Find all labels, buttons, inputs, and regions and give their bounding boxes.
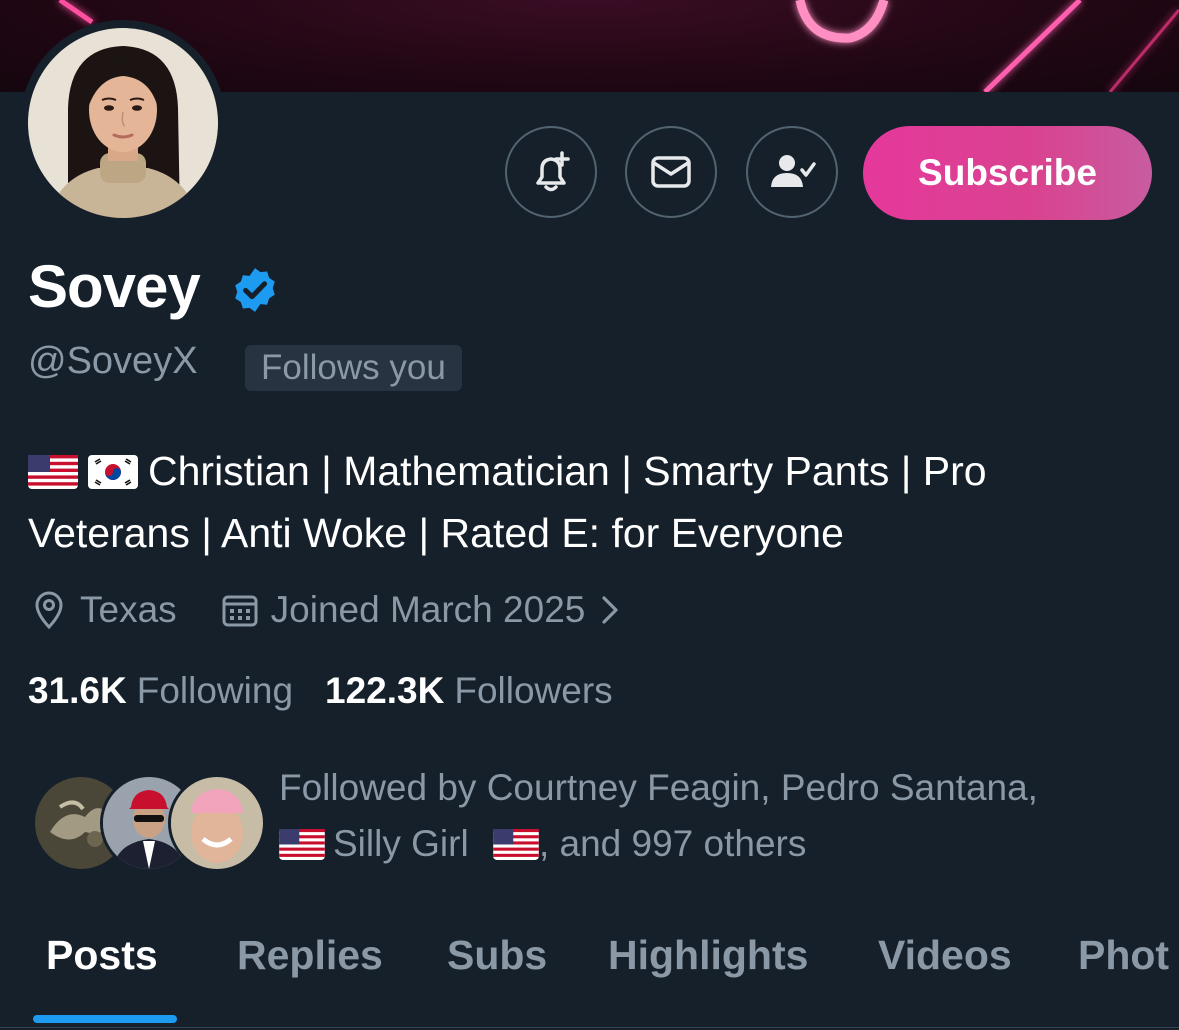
tab-videos[interactable]: Videos [878,932,1012,979]
tab-highlights[interactable]: Highlights [608,932,808,979]
flag-us-icon [28,455,78,489]
following-button[interactable] [746,126,838,218]
message-button[interactable] [625,126,717,218]
follows-you-badge: Follows you [245,345,462,391]
bio-line-1: Christian | Mathematician | Smarty Pants… [28,440,1148,502]
notifications-button[interactable] [505,126,597,218]
flag-us-icon [493,829,539,860]
chevron-right-icon [602,596,618,624]
mutual-avatar-3 [168,774,266,872]
active-tab-indicator [33,1015,177,1023]
flag-kr-icon [88,455,138,489]
calendar-icon [222,595,258,627]
mutual-name-3: Silly Girl [333,823,469,864]
display-name: Sovey [28,253,201,320]
following-count: 31.6K [28,670,127,711]
location: Texas [30,589,177,631]
tab-subs[interactable]: Subs [447,932,547,979]
tab-posts[interactable]: Posts [46,932,158,979]
followers-stat[interactable]: 122.3K Followers [325,670,613,712]
flag-us-icon [279,829,325,860]
tab-replies[interactable]: Replies [237,932,383,979]
location-text: Texas [80,589,177,630]
profile-meta: Texas Joined March 2025 [30,585,679,635]
follow-stats: 31.6K Following 122.3K Followers [28,670,645,712]
subscribe-button[interactable]: Subscribe [863,126,1152,220]
mutual-avatar-image [171,777,263,869]
bio-text-2: Veterans | Anti Woke | Rated E: for Ever… [28,510,844,556]
avatar-image [28,28,218,218]
profile-avatar[interactable] [20,20,226,226]
followers-count: 122.3K [325,670,445,711]
followed-by-line-2: Silly Girl , and 997 others [279,816,1159,872]
profile-bio: Christian | Mathematician | Smarty Pants… [28,440,1148,564]
bell-plus-icon [536,151,570,192]
joined-text: Joined March 2025 [270,589,586,630]
profile-page: Subscribe Sovey @SoveyX Follows you Chri… [0,0,1179,1030]
location-pin-icon [35,591,63,630]
mutual-followers-avatars[interactable] [32,774,266,872]
followed-by-suffix: , and 997 others [538,823,807,864]
followers-label: Followers [454,670,613,711]
bio-text-1: Christian | Mathematician | Smarty Pants… [148,448,987,494]
following-label: Following [136,670,294,711]
verified-badge-icon[interactable] [230,265,280,315]
profile-handle: @SoveyX [28,340,198,382]
followed-by-line-1: Followed by Courtney Feagin, Pedro Santa… [279,767,1038,808]
envelope-icon [651,156,691,188]
joined-date[interactable]: Joined March 2025 [221,589,636,631]
following-stat[interactable]: 31.6K Following [28,670,293,712]
profile-tabs: Posts Replies Subs Highlights Videos Pho… [0,920,1179,1028]
followed-by-text[interactable]: Followed by Courtney Feagin, Pedro Santa… [279,760,1159,872]
tab-photos[interactable]: Phot [1078,932,1169,979]
person-check-icon [771,155,816,187]
